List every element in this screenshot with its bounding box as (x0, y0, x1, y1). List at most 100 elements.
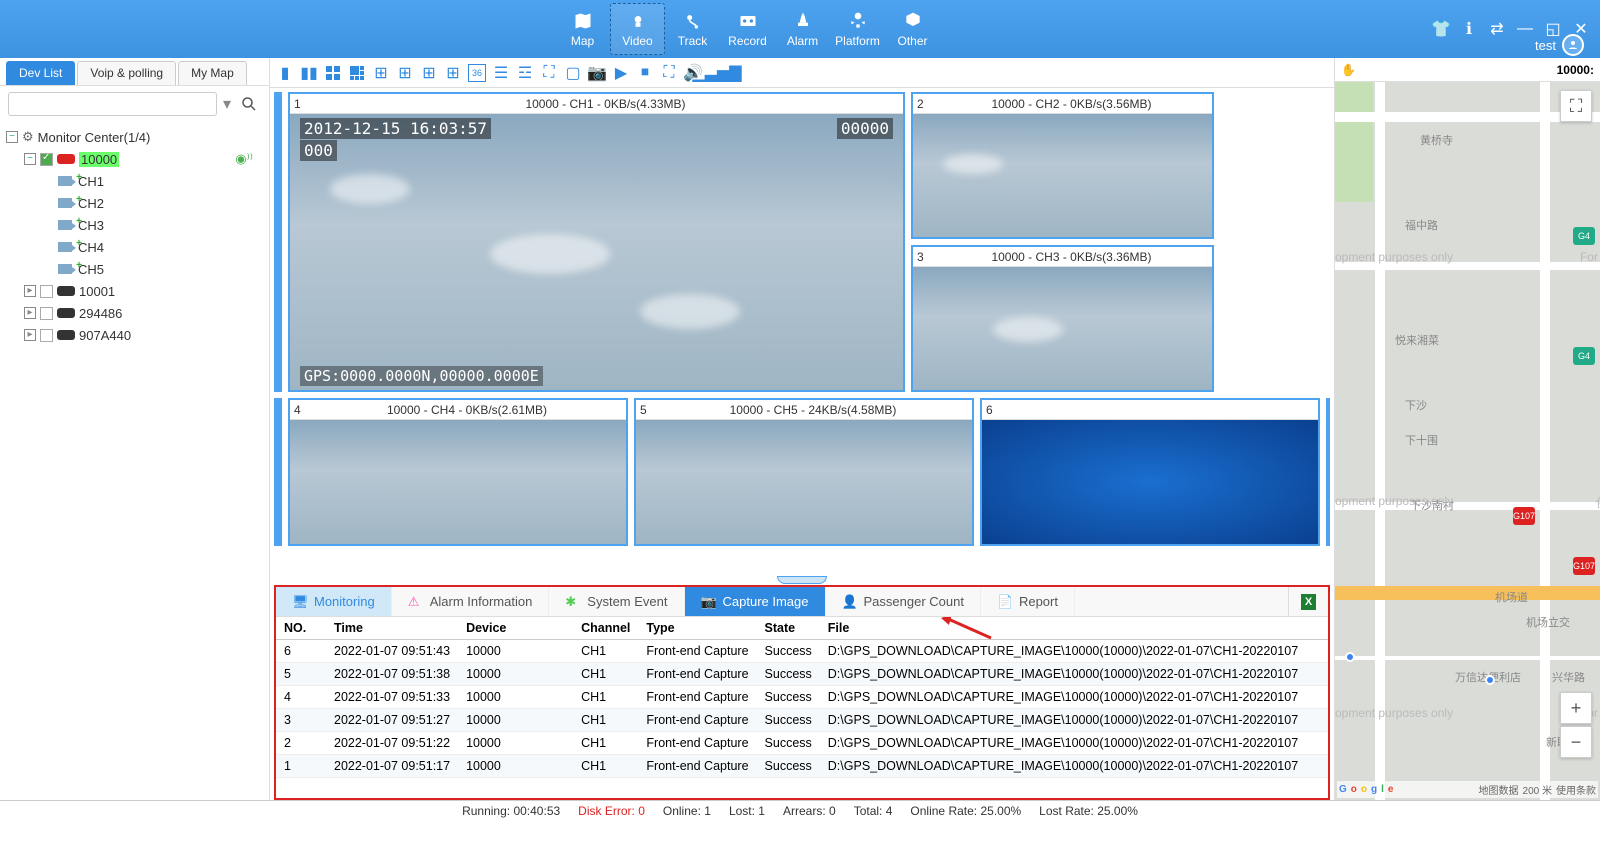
panel-splitter[interactable] (270, 575, 1334, 585)
layout-2-icon[interactable]: ▮▮ (300, 64, 318, 82)
tree-channel-ch1[interactable]: CH1 (42, 170, 263, 192)
collapse-icon[interactable]: − (24, 153, 36, 165)
col-channel[interactable]: Channel (573, 617, 638, 640)
expand-icon[interactable]: ▸ (24, 329, 36, 341)
nav-label: Map (571, 34, 594, 48)
tab-devlist[interactable]: Dev List (6, 61, 75, 85)
tab-mymap[interactable]: My Map (178, 61, 247, 85)
tab-passenger[interactable]: 👤Passenger Count (826, 587, 981, 616)
cell-time: 2022-01-07 09:51:17 (326, 755, 458, 778)
report-icon: 📄 (997, 594, 1013, 610)
minimize-icon[interactable]: — (1516, 20, 1534, 38)
swap-icon[interactable]: ⇄ (1488, 20, 1506, 38)
layout-25-icon[interactable]: ⊞ (444, 64, 462, 82)
video-tile-3[interactable]: 310000 - CH3 - 0KB/s(3.36MB) (911, 245, 1214, 392)
map-zoom-out-button[interactable]: − (1560, 726, 1592, 758)
cell-time: 2022-01-07 09:51:22 (326, 732, 458, 755)
layout-8-icon[interactable]: ⊞ (372, 64, 390, 82)
video-tile-4[interactable]: 410000 - CH4 - 0KB/s(2.61MB) (288, 398, 628, 546)
nav-other[interactable]: Other (885, 3, 940, 55)
video-tile-1[interactable]: 110000 - CH1 - 0KB/s(4.33MB) 2012-12-15 … (288, 92, 905, 392)
tree-channel-ch5[interactable]: CH5 (42, 258, 263, 280)
tree-channel-ch4[interactable]: CH4 (42, 236, 263, 258)
play-icon[interactable]: ▶ (612, 64, 630, 82)
checkbox-icon[interactable] (40, 285, 53, 298)
video-tile-6[interactable]: 6 (980, 398, 1320, 546)
col-type[interactable]: Type (638, 617, 756, 640)
tab-voip[interactable]: Voip & polling (77, 61, 176, 85)
nav-record[interactable]: Record (720, 3, 775, 55)
dropdown-icon[interactable]: ▾ (223, 94, 231, 114)
info-icon[interactable]: ℹ (1460, 20, 1478, 38)
cell-time: 2022-01-07 09:51:38 (326, 663, 458, 686)
tab-alarm-info[interactable]: ⚠Alarm Information (392, 587, 550, 616)
resize-handle[interactable] (1326, 398, 1330, 546)
col-state[interactable]: State (757, 617, 820, 640)
resize-handle[interactable] (274, 92, 282, 392)
expand-icon[interactable]: ▸ (24, 285, 36, 297)
col-time[interactable]: Time (326, 617, 458, 640)
tree-device-10000[interactable]: − 10000 ◉⁾⁾ (24, 148, 263, 170)
map-toggle-icon[interactable]: ✋ (1341, 63, 1356, 77)
tree-root[interactable]: − ⚙ Monitor Center(1/4) (6, 126, 263, 148)
capture-table: NO. Time Device Channel Type State File … (276, 617, 1328, 798)
collapse-icon[interactable]: − (6, 131, 18, 143)
tab-capture-image[interactable]: 📷Capture Image (685, 587, 826, 616)
tree-channel-ch2[interactable]: CH2 (42, 192, 263, 214)
device-search-input[interactable] (8, 92, 217, 116)
export-excel-button[interactable]: X (1288, 587, 1328, 616)
platform-icon (847, 10, 869, 32)
signal-icon[interactable]: ▁▃▅▇ (708, 64, 726, 82)
video-tile-2[interactable]: 210000 - CH2 - 0KB/s(3.56MB) (911, 92, 1214, 239)
layout-9-icon[interactable]: ⊞ (396, 64, 414, 82)
layout-16-icon[interactable]: ⊞ (420, 64, 438, 82)
map-canvas[interactable]: 黄桥寺 福中路 悦来湘菜 下沙 下十围 下沙南村 机场立交 机场道 万信达便利店… (1335, 82, 1600, 800)
window-icon[interactable]: ▢ (564, 64, 582, 82)
tab-system-event[interactable]: ✱System Event (549, 587, 684, 616)
tree-device-10001[interactable]: ▸10001 (24, 280, 263, 302)
col-no[interactable]: NO. (276, 617, 326, 640)
col-file[interactable]: File (820, 617, 1328, 640)
layout-4-icon[interactable] (324, 64, 342, 82)
col-device[interactable]: Device (458, 617, 573, 640)
table-row[interactable]: 62022-01-07 09:51:4310000CH1Front-end Ca… (276, 640, 1328, 663)
nav-platform[interactable]: Platform (830, 3, 885, 55)
table-row[interactable]: 22022-01-07 09:51:2210000CH1Front-end Ca… (276, 732, 1328, 755)
tree-device-907a440[interactable]: ▸907A440 (24, 324, 263, 346)
expand-icon[interactable]: ▸ (24, 307, 36, 319)
checkbox-icon[interactable] (40, 329, 53, 342)
layout-1-icon[interactable]: ▮ (276, 64, 294, 82)
nav-track[interactable]: Track (665, 3, 720, 55)
fullscreen-icon[interactable]: ⛶ (660, 64, 678, 82)
table-row[interactable]: 32022-01-07 09:51:2710000CH1Front-end Ca… (276, 709, 1328, 732)
resize-handle[interactable] (274, 398, 282, 546)
theme-icon[interactable]: 👕 (1432, 20, 1450, 38)
tab-report[interactable]: 📄Report (981, 587, 1075, 616)
table-row[interactable]: 12022-01-07 09:51:1710000CH1Front-end Ca… (276, 755, 1328, 778)
map-zoom-in-button[interactable]: + (1560, 692, 1592, 724)
tree-device-294486[interactable]: ▸294486 (24, 302, 263, 324)
tree-channel-ch3[interactable]: CH3 (42, 214, 263, 236)
search-icon[interactable] (237, 92, 261, 116)
crop-icon[interactable]: ⛶ (540, 64, 558, 82)
layout-36-icon[interactable]: 36 (468, 64, 486, 82)
list-icon[interactable]: ☰ (492, 64, 510, 82)
nav-video[interactable]: Video (610, 3, 665, 55)
user-menu[interactable]: test (1535, 34, 1584, 56)
table-row[interactable]: 42022-01-07 09:51:3310000CH1Front-end Ca… (276, 686, 1328, 709)
video-tile-5[interactable]: 510000 - CH5 - 24KB/s(4.58MB) (634, 398, 974, 546)
app-header: Map Video Track Record Alarm Platform Ot… (0, 0, 1600, 58)
camera-icon (58, 242, 72, 252)
checkbox-icon[interactable] (40, 307, 53, 320)
map-fullscreen-button[interactable]: ⛶ (1560, 90, 1592, 122)
nav-map[interactable]: Map (555, 3, 610, 55)
nav-alarm[interactable]: Alarm (775, 3, 830, 55)
checkbox-checked-icon[interactable] (40, 153, 53, 166)
camera-capture-icon[interactable]: 📷 (588, 64, 606, 82)
layout-6-icon[interactable] (348, 64, 366, 82)
cell-channel: CH1 (573, 755, 638, 778)
list2-icon[interactable]: ☲ (516, 64, 534, 82)
stop-icon[interactable]: ⏹ (636, 64, 654, 82)
table-row[interactable]: 52022-01-07 09:51:3810000CH1Front-end Ca… (276, 663, 1328, 686)
tab-monitoring[interactable]: 🖥Monitoring (276, 587, 392, 616)
